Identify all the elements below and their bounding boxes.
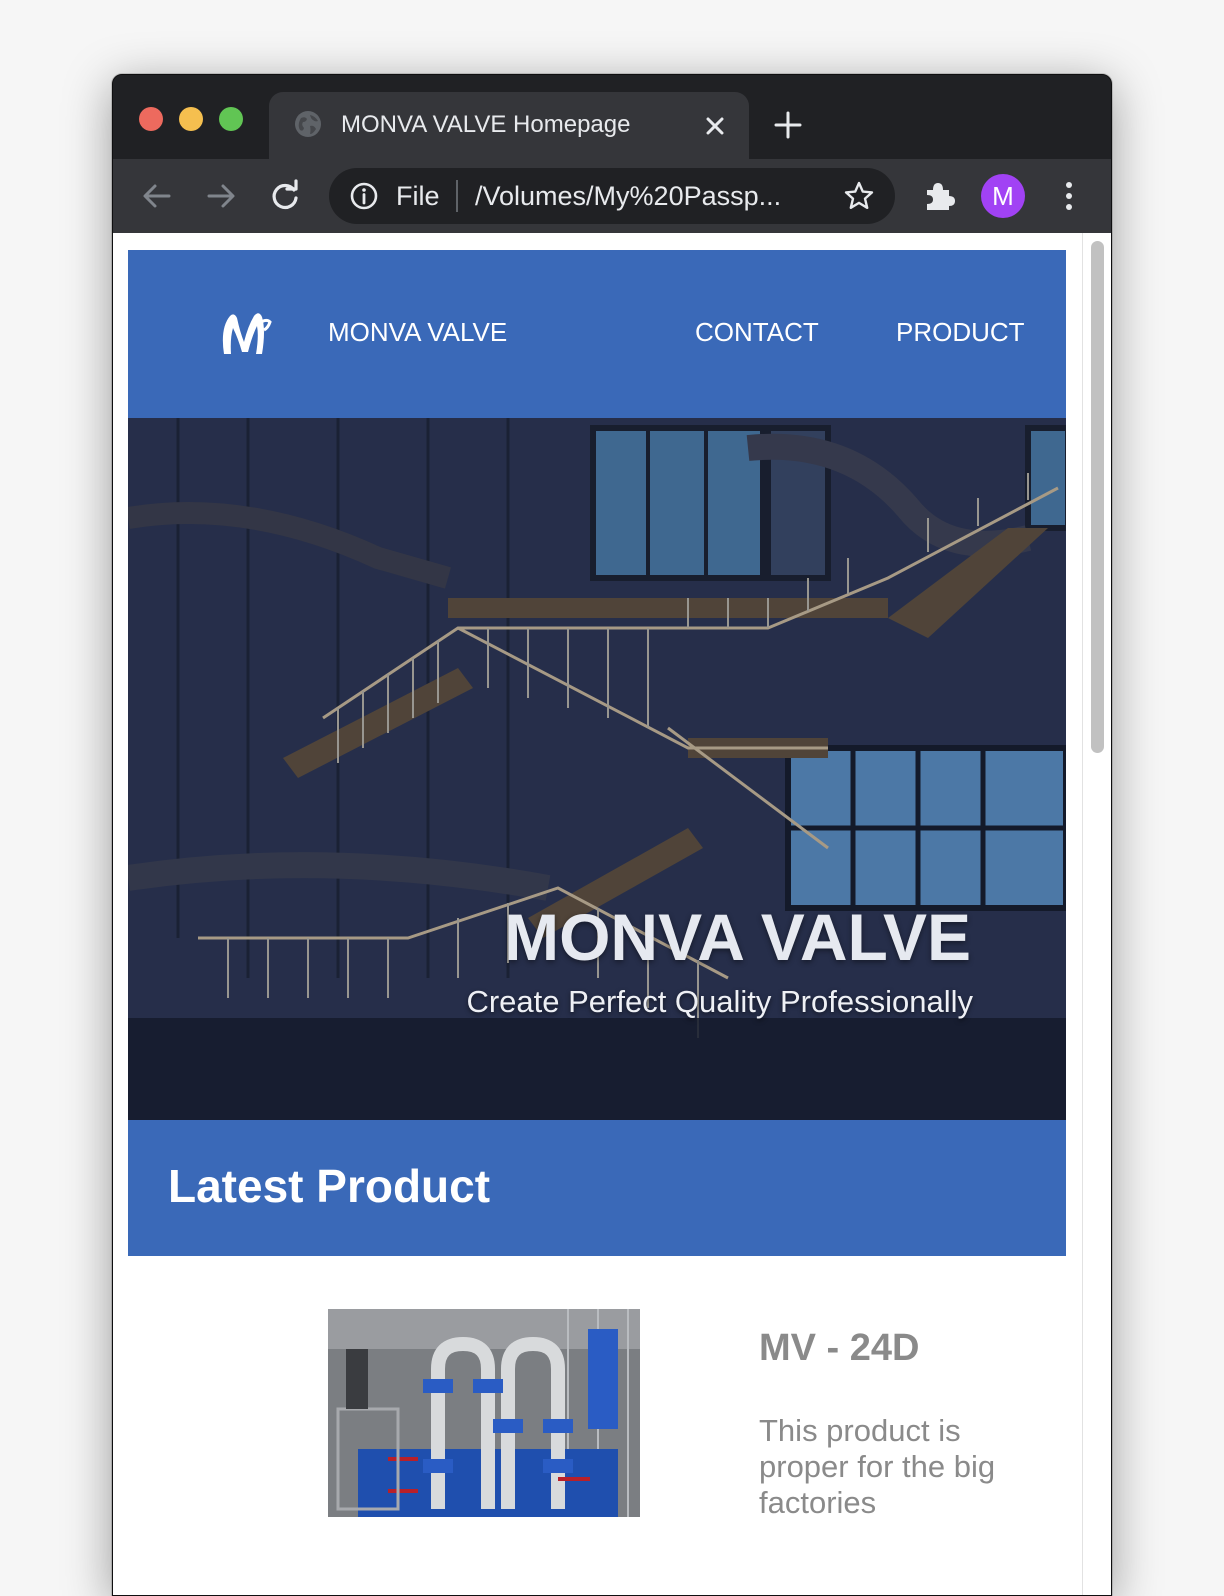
browser-window: MONVA VALVE Homepage File /Volumes/My%20… bbox=[112, 74, 1112, 1596]
scrollbar-thumb[interactable] bbox=[1091, 241, 1104, 753]
plus-icon[interactable] bbox=[773, 110, 803, 140]
brand-name[interactable]: MONVA VALVE bbox=[328, 316, 507, 348]
reload-icon[interactable] bbox=[267, 178, 303, 214]
minimize-window-icon[interactable] bbox=[179, 107, 203, 131]
close-icon[interactable] bbox=[701, 112, 729, 140]
section-title: Latest Product bbox=[168, 1160, 491, 1212]
site-header: MONVA VALVE CONTACT PRODUCT bbox=[128, 250, 1066, 418]
hero-title: MONVA VALVE bbox=[504, 900, 971, 974]
kebab-menu-icon[interactable] bbox=[1051, 178, 1087, 214]
monva-logo-icon[interactable] bbox=[218, 308, 272, 360]
product-name[interactable]: MV - 24D bbox=[759, 1325, 919, 1371]
page-viewport: MONVA VALVE CONTACT PRODUCT MONVA VALVE … bbox=[113, 233, 1082, 1595]
url-text[interactable]: /Volumes/My%20Passp... bbox=[475, 181, 815, 211]
arrow-right-icon[interactable] bbox=[203, 178, 239, 214]
puzzle-icon[interactable] bbox=[921, 178, 957, 214]
url-scheme-label: File bbox=[396, 181, 440, 211]
hero-banner: MONVA VALVE Create Perfect Quality Profe… bbox=[128, 418, 1066, 1120]
nav-link-product[interactable]: PRODUCT bbox=[896, 316, 1025, 348]
product-description: This product is proper for the big facto… bbox=[759, 1413, 996, 1520]
nav-link-contact[interactable]: CONTACT bbox=[695, 316, 819, 348]
product-image[interactable] bbox=[328, 1309, 640, 1517]
scrollbar[interactable] bbox=[1082, 233, 1111, 1595]
globe-icon bbox=[295, 111, 321, 137]
profile-avatar[interactable]: M bbox=[981, 174, 1025, 218]
latest-product-band: Latest Product bbox=[128, 1120, 1066, 1256]
info-icon[interactable] bbox=[349, 181, 379, 211]
zoom-window-icon[interactable] bbox=[219, 107, 243, 131]
close-window-icon[interactable] bbox=[139, 107, 163, 131]
tab-bar: MONVA VALVE Homepage bbox=[113, 75, 1111, 160]
tab-title: MONVA VALVE Homepage bbox=[341, 111, 631, 138]
url-separator bbox=[456, 180, 458, 212]
product-photo bbox=[328, 1309, 640, 1517]
address-bar[interactable]: File /Volumes/My%20Passp... bbox=[329, 168, 895, 224]
tab-active[interactable]: MONVA VALVE Homepage bbox=[269, 92, 749, 160]
hero-subtitle: Create Perfect Quality Professionally bbox=[466, 984, 973, 1019]
star-icon[interactable] bbox=[843, 180, 875, 212]
browser-toolbar: File /Volumes/My%20Passp... M bbox=[113, 159, 1111, 233]
arrow-left-icon[interactable] bbox=[139, 178, 175, 214]
